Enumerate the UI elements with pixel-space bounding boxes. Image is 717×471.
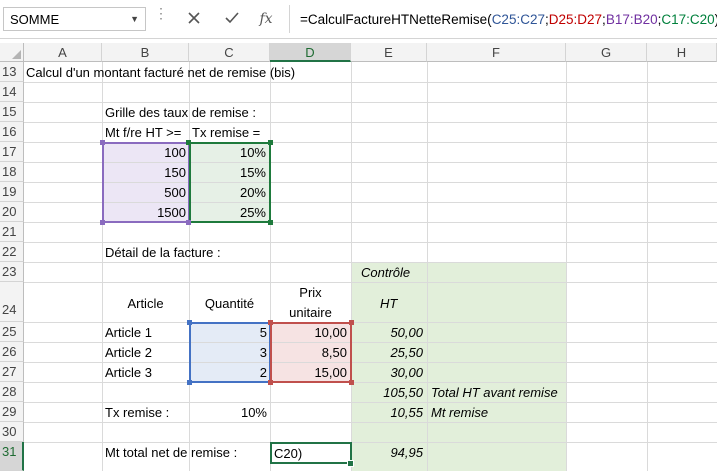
row-header-30[interactable]: 30 bbox=[0, 422, 24, 442]
formula-ref-quantity: C25:C27 bbox=[491, 12, 545, 27]
header-ht[interactable]: HT bbox=[380, 296, 397, 311]
check-icon bbox=[225, 12, 239, 24]
header-price-line1[interactable]: Prix bbox=[270, 285, 351, 300]
discount-rate-value[interactable]: 10% bbox=[189, 405, 267, 420]
row-header-21[interactable]: 21 bbox=[0, 222, 24, 242]
range-handle[interactable] bbox=[268, 140, 273, 145]
formula-text: =CalculFactureHTNetteRemise(C25:C27;D25:… bbox=[300, 11, 717, 27]
range-handle[interactable] bbox=[187, 320, 192, 325]
row-header-23[interactable]: 23 bbox=[0, 262, 24, 282]
row-header-28[interactable]: 28 bbox=[0, 382, 24, 402]
formula-function: =CalculFactureHTNetteRemise( bbox=[300, 12, 492, 27]
range-handle[interactable] bbox=[268, 220, 273, 225]
row-header-15[interactable]: 15 bbox=[0, 102, 24, 122]
article-name-cell[interactable]: Article 3 bbox=[105, 365, 152, 380]
column-header-g[interactable]: G bbox=[566, 43, 647, 62]
range-handle[interactable] bbox=[186, 220, 191, 225]
sheet-title[interactable]: Calcul d'un montant facturé net de remis… bbox=[26, 65, 295, 80]
chevron-down-icon[interactable]: ▼ bbox=[130, 14, 139, 24]
row-header-22[interactable]: 22 bbox=[0, 242, 24, 262]
fx-icon: fx bbox=[259, 11, 273, 27]
grid-header-amount[interactable]: Mt f/re HT >= bbox=[105, 125, 181, 140]
invoice-heading[interactable]: Détail de la facture : bbox=[105, 245, 221, 260]
net-total-label[interactable]: Mt total net de remise : bbox=[105, 445, 237, 460]
range-handle[interactable] bbox=[187, 380, 192, 385]
formula-ref-rates: C17:C20 bbox=[661, 12, 715, 27]
range-handle[interactable] bbox=[268, 380, 273, 385]
insert-function-button[interactable]: fx bbox=[252, 7, 280, 31]
range-handle[interactable] bbox=[186, 140, 191, 145]
grip-icon[interactable]: ⋮ bbox=[154, 6, 168, 28]
total-ht-label[interactable]: Total HT avant remise bbox=[431, 385, 558, 400]
header-article[interactable]: Article bbox=[102, 296, 189, 311]
fill-handle[interactable] bbox=[347, 460, 354, 467]
ht-cell[interactable]: 50,00 bbox=[351, 325, 423, 340]
range-highlight-amounts[interactable] bbox=[102, 142, 190, 223]
net-total-check-cell[interactable]: 94,95 bbox=[351, 445, 423, 460]
header-quantity[interactable]: Quantité bbox=[189, 296, 270, 311]
row-header-29[interactable]: 29 bbox=[0, 402, 24, 422]
column-header-h[interactable]: H bbox=[647, 43, 717, 62]
column-header-e[interactable]: E bbox=[351, 43, 427, 62]
range-highlight-price[interactable] bbox=[270, 322, 352, 383]
name-box[interactable]: SOMME ▼ bbox=[3, 7, 146, 31]
article-name-cell[interactable]: Article 1 bbox=[105, 325, 152, 340]
range-highlight-quantity[interactable] bbox=[189, 322, 271, 383]
header-price-line2[interactable]: unitaire bbox=[270, 305, 351, 320]
column-header-a[interactable]: A bbox=[24, 43, 102, 62]
range-handle[interactable] bbox=[100, 140, 105, 145]
name-box-value: SOMME bbox=[10, 12, 60, 27]
range-handle[interactable] bbox=[268, 320, 273, 325]
close-icon bbox=[188, 12, 200, 24]
column-header-f[interactable]: F bbox=[427, 43, 566, 62]
ht-cell[interactable]: 25,50 bbox=[351, 345, 423, 360]
range-handle[interactable] bbox=[100, 220, 105, 225]
row-header-26[interactable]: 26 bbox=[0, 342, 24, 362]
column-header-b[interactable]: B bbox=[102, 43, 189, 62]
row-header-20[interactable]: 20 bbox=[0, 202, 24, 222]
ht-cell[interactable]: 30,00 bbox=[351, 365, 423, 380]
discount-amount-cell[interactable]: 10,55 bbox=[351, 405, 423, 420]
range-handle[interactable] bbox=[349, 320, 354, 325]
active-cell-editor[interactable]: C20) bbox=[270, 442, 352, 464]
row-header-17[interactable]: 17 bbox=[0, 142, 24, 162]
row-header-27[interactable]: 27 bbox=[0, 362, 24, 382]
row-header-14[interactable]: 14 bbox=[0, 82, 24, 102]
grid-heading[interactable]: Grille des taux de remise : bbox=[105, 105, 256, 120]
article-name-cell[interactable]: Article 2 bbox=[105, 345, 152, 360]
formula-input[interactable]: =CalculFactureHTNetteRemise(C25:C27;D25:… bbox=[289, 5, 717, 33]
grid-header-rate[interactable]: Tx remise = bbox=[192, 125, 260, 140]
row-header-19[interactable]: 19 bbox=[0, 182, 24, 202]
select-all-button[interactable] bbox=[0, 43, 24, 62]
row-header-13[interactable]: 13 bbox=[0, 62, 24, 82]
row-header-24[interactable]: 24 bbox=[0, 282, 24, 322]
discount-rate-label[interactable]: Tx remise : bbox=[105, 405, 169, 420]
row-header-16[interactable]: 16 bbox=[0, 122, 24, 142]
cancel-button[interactable] bbox=[180, 7, 208, 31]
formula-ref-price: D25:D27 bbox=[548, 12, 603, 27]
column-header-c[interactable]: C bbox=[189, 43, 270, 62]
row-header-25[interactable]: 25 bbox=[0, 322, 24, 342]
discount-amount-label[interactable]: Mt remise bbox=[431, 405, 488, 420]
enter-button[interactable] bbox=[218, 7, 246, 31]
total-ht-cell[interactable]: 105,50 bbox=[351, 385, 423, 400]
formula-ref-amounts: B17:B20 bbox=[605, 12, 658, 27]
row-header-31[interactable]: 31 bbox=[0, 442, 24, 471]
control-heading[interactable]: Contrôle bbox=[361, 265, 410, 280]
range-highlight-rates[interactable] bbox=[189, 142, 271, 223]
range-handle[interactable] bbox=[349, 380, 354, 385]
formula-bar: SOMME ▼ ⋮ fx =CalculFactureHTNetteRemise… bbox=[0, 0, 717, 39]
row-header-18[interactable]: 18 bbox=[0, 162, 24, 182]
column-header-d[interactable]: D bbox=[270, 43, 351, 62]
active-cell-text: C20) bbox=[274, 446, 303, 461]
